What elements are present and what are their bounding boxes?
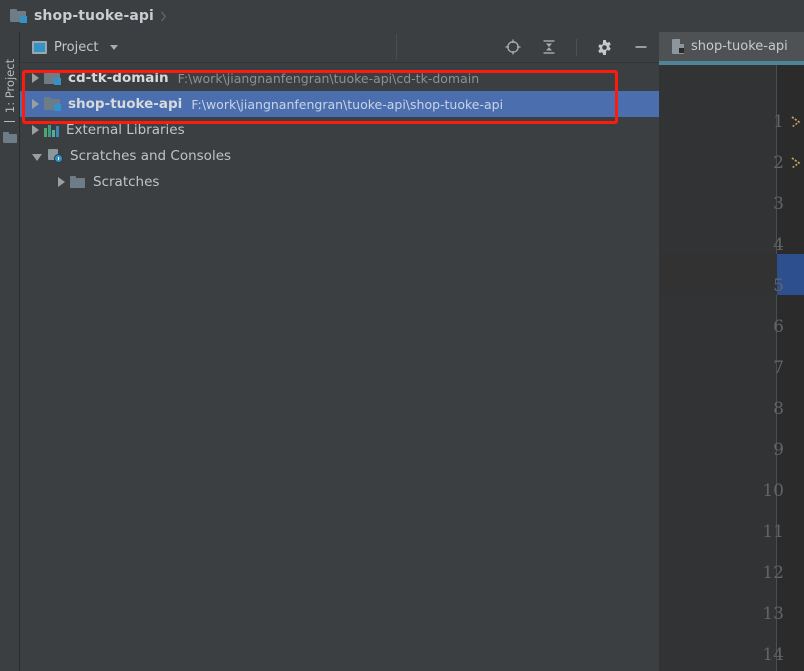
- folder-icon[interactable]: [3, 132, 17, 143]
- fold-chevron-icon[interactable]: [788, 155, 804, 171]
- editor-area: shop-tuoke-api 1 2 3 4 5 6 7 8 9 10 11 1…: [659, 32, 804, 671]
- crosshair-target-icon[interactable]: [504, 39, 521, 56]
- editor-tab-label: shop-tuoke-api: [691, 39, 788, 54]
- project-view-icon: [32, 40, 47, 54]
- tree-row-scratches[interactable]: Scratches: [20, 169, 659, 195]
- collapse-arrow-icon[interactable]: [32, 153, 42, 161]
- collapse-all-icon[interactable]: [540, 39, 557, 56]
- line-number: 10: [762, 481, 784, 501]
- line-number: 14: [762, 645, 784, 665]
- tree-item-label: External Libraries: [66, 122, 185, 138]
- expand-arrow-icon[interactable]: [32, 125, 39, 135]
- breadcrumb[interactable]: shop-tuoke-api: [10, 8, 154, 24]
- expand-arrow-icon[interactable]: [32, 73, 39, 83]
- editor-gutter[interactable]: [659, 65, 777, 671]
- module-folder-icon: [44, 71, 61, 85]
- editor-tab-shop-tuoke-api[interactable]: shop-tuoke-api: [666, 32, 796, 61]
- tree-item-label: Scratches and Consoles: [70, 148, 232, 164]
- chevron-down-icon[interactable]: [110, 44, 119, 50]
- line-number: 3: [773, 194, 784, 214]
- breadcrumb-project-name: shop-tuoke-api: [34, 8, 154, 24]
- tree-item-path: F:\work\jiangnanfengran\tuoke-api\shop-t…: [191, 96, 504, 112]
- expand-arrow-icon[interactable]: [58, 177, 65, 187]
- minimize-icon[interactable]: [632, 39, 649, 56]
- line-number: 5: [773, 276, 784, 296]
- folder-icon: [70, 175, 86, 189]
- line-number: 4: [773, 235, 784, 255]
- project-panel-title: Project: [54, 39, 99, 55]
- tree-item-path: F:\work\jiangnanfengran\tuoke-api\cd-tk-…: [177, 70, 480, 86]
- line-number: 12: [762, 563, 784, 583]
- line-number: 9: [773, 440, 784, 460]
- line-number: 1: [773, 112, 784, 132]
- project-panel-actions: [504, 32, 649, 62]
- tree-row-shop-tuoke-api[interactable]: shop-tuoke-api F:\work\jiangnanfengran\t…: [20, 91, 659, 117]
- line-number: 8: [773, 399, 784, 419]
- libraries-bars-icon: [44, 124, 59, 137]
- gear-icon[interactable]: [596, 39, 613, 56]
- line-number: 7: [773, 358, 784, 378]
- line-number: 6: [773, 317, 784, 337]
- project-view-selector[interactable]: Project: [20, 39, 119, 55]
- file-icon: [672, 39, 685, 54]
- titlebar: shop-tuoke-api ›: [0, 0, 804, 32]
- tree-row-external-libraries[interactable]: External Libraries: [20, 117, 659, 143]
- scratches-clock-icon: [47, 149, 63, 163]
- module-folder-icon: [44, 97, 61, 111]
- sidebar-tab-project-label: 1: Project: [3, 58, 17, 114]
- project-panel-header: Project: [20, 32, 659, 63]
- left-tool-strip: 1: Project: [0, 32, 20, 671]
- tree-item-label: Scratches: [93, 174, 160, 190]
- project-tree: cd-tk-domain F:\work\jiangnanfengran\tuo…: [20, 63, 659, 195]
- expand-arrow-icon[interactable]: [32, 99, 39, 109]
- tree-row-scratches-and-consoles[interactable]: Scratches and Consoles: [20, 143, 659, 169]
- editor-tab-bar: shop-tuoke-api: [659, 32, 804, 61]
- breadcrumb-separator-icon: ›: [159, 0, 168, 31]
- tree-item-label: cd-tk-domain: [68, 70, 169, 86]
- line-number: 2: [773, 153, 784, 173]
- fold-chevron-icon[interactable]: [788, 114, 804, 130]
- line-number: 13: [762, 604, 784, 624]
- actions-divider: [576, 38, 577, 56]
- tree-item-label: shop-tuoke-api: [68, 96, 183, 112]
- project-tool-window: Project cd-tk-domain F:\work\jiangnanfen…: [20, 32, 659, 671]
- module-folder-icon: [10, 9, 27, 23]
- tree-row-cd-tk-domain[interactable]: cd-tk-domain F:\work\jiangnanfengran\tuo…: [20, 65, 659, 91]
- sidebar-tab-active-underline: [4, 121, 15, 122]
- current-line-highlight-gutter: [659, 254, 777, 295]
- idea-window: shop-tuoke-api › 1: Project Project cd-t…: [0, 0, 804, 671]
- sidebar-tab-project[interactable]: 1: Project: [3, 51, 17, 121]
- header-divider: [396, 34, 397, 60]
- line-number: 11: [762, 522, 784, 542]
